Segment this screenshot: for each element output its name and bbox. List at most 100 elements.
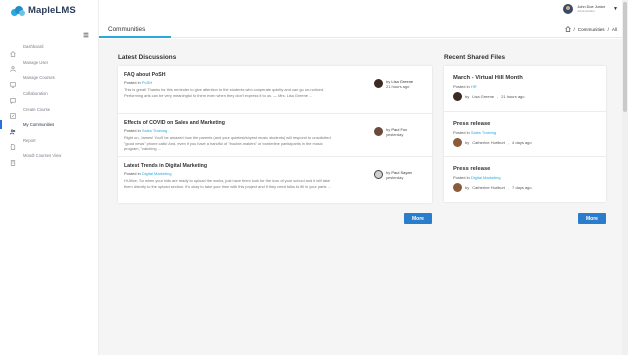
- monitor-icon: [10, 75, 16, 88]
- sidebar-nav: Dashboard Manage User Manage Courses Col…: [0, 39, 99, 166]
- discussions-more-button[interactable]: More: [404, 213, 432, 224]
- posted-prefix: Posted in: [124, 127, 141, 133]
- page-title: Communities: [108, 26, 146, 33]
- discussion-posted: Posted in PoSH: [124, 80, 152, 85]
- discussion-title[interactable]: Latest Trends in Digital Marketing: [124, 163, 207, 169]
- sidebar-item-manage-courses[interactable]: Manage Courses: [0, 70, 99, 88]
- author-name: Lisa Greene: [472, 94, 495, 99]
- discussion-item[interactable]: Latest Trends in Digital Marketing Poste…: [118, 157, 432, 203]
- posted-prefix: Posted in: [124, 79, 141, 85]
- logo-cloud-icon: [11, 5, 25, 16]
- discussion-excerpt: Right on, James! You'll be amazed how th…: [124, 135, 331, 151]
- chat-icon: [10, 91, 16, 104]
- posted-prefix: Posted in: [124, 170, 141, 176]
- posted-prefix: Posted in: [453, 175, 470, 180]
- menu-toggle-icon[interactable]: [83, 25, 89, 38]
- discussions-title: Latest Discussions: [118, 54, 177, 61]
- user-icon: [10, 59, 16, 73]
- author-name: Catherine Hurlburt: [472, 185, 505, 190]
- by-prefix: by: [465, 140, 470, 145]
- sidebar-item-create-course[interactable]: Create Course: [0, 101, 99, 119]
- sidebar-item-label: Report: [23, 137, 36, 143]
- sidebar-item-label: Collaboration: [23, 91, 48, 97]
- file-title[interactable]: Press release: [453, 166, 490, 172]
- breadcrumb-home-icon[interactable]: [564, 26, 571, 32]
- file-meta: by Lisa Greene, 21 hours ago: [453, 92, 525, 101]
- files-title: Recent Shared Files: [444, 54, 506, 61]
- post-time: 21 hours ago: [386, 84, 410, 89]
- user-menu[interactable]: John Doe Junior Administrator ▼: [563, 4, 618, 14]
- title-underline: [99, 36, 171, 38]
- page-header: Communities / Communities / All: [83, 18, 622, 38]
- file-category[interactable]: Digital Marketing: [471, 175, 501, 180]
- file-posted: Posted in Sales Training: [453, 130, 496, 135]
- file-title[interactable]: Press release: [453, 121, 490, 127]
- document-icon: [10, 137, 16, 151]
- by-prefix: by: [465, 94, 470, 99]
- post-time: 4 days ago: [512, 140, 532, 145]
- breadcrumb: / Communities / All: [564, 26, 617, 32]
- user-info: John Doe Junior Administrator: [577, 5, 605, 14]
- author-name: Catherine Hurlburt: [472, 140, 505, 145]
- separator: ,: [507, 185, 510, 190]
- sidebar-item-dashboard[interactable]: Dashboard: [0, 39, 99, 57]
- post-time: yesterday: [386, 132, 404, 137]
- file-category[interactable]: Sales Training: [471, 130, 496, 135]
- page-scrollbar[interactable]: [622, 0, 628, 355]
- scrollbar-thumb[interactable]: [623, 2, 627, 112]
- discussion-title[interactable]: Effects of COVID on Sales and Marketing: [124, 120, 225, 126]
- sidebar-item-manage-user[interactable]: Manage User: [0, 55, 99, 73]
- avatar: [563, 4, 574, 14]
- discussion-item[interactable]: FAQ about PoSH Posted in PoSH This is gr…: [118, 66, 432, 114]
- discussion-category[interactable]: Digital Marketing: [142, 171, 172, 176]
- breadcrumb-sep: /: [573, 26, 575, 32]
- file-title[interactable]: March - Virtual Hill Month: [453, 75, 523, 81]
- post-time: yesterday: [386, 175, 404, 180]
- discussion-category[interactable]: PoSH: [142, 80, 152, 85]
- breadcrumb-communities[interactable]: Communities: [578, 27, 605, 32]
- by-prefix: by: [465, 185, 470, 190]
- file-item[interactable]: March - Virtual Hill Month Posted in HR …: [444, 66, 606, 112]
- discussion-excerpt: Hi Alice, So when your kids are ready to…: [124, 178, 331, 189]
- app-logo[interactable]: MapleLMS: [11, 5, 76, 16]
- discussion-byline: by Lisa Greene 21 hours ago: [386, 79, 413, 89]
- discussion-item[interactable]: Effects of COVID on Sales and Marketing …: [118, 114, 432, 157]
- sidebar-item-label: Manage Courses: [23, 75, 55, 81]
- author-avatar: [453, 138, 462, 147]
- files-card: March - Virtual Hill Month Posted in HR …: [444, 66, 606, 202]
- sidebar-item-label: Dashboard: [23, 44, 44, 50]
- files-more-button[interactable]: More: [578, 213, 606, 224]
- sidebar-item-moodl-courses-view[interactable]: Moodl Courses View: [0, 148, 99, 166]
- file-item[interactable]: Press release Posted in Sales Training b…: [444, 112, 606, 157]
- discussion-title[interactable]: FAQ about PoSH: [124, 72, 166, 78]
- discussion-meta: by Lisa Greene 21 hours ago: [374, 79, 413, 89]
- discussion-excerpt: This is great! Thanks for this reminder …: [124, 87, 324, 98]
- file-category[interactable]: HR: [471, 84, 477, 89]
- sidebar-item-label: My Communities: [23, 122, 55, 128]
- sidebar-item-label: Manage User: [23, 59, 49, 65]
- posted-prefix: Posted in: [453, 130, 470, 135]
- app-name: MapleLMS: [28, 5, 76, 16]
- posted-prefix: Posted in: [453, 84, 470, 89]
- file-meta: by Catherine Hurlburt, 4 days ago: [453, 138, 532, 147]
- author-avatar: [453, 183, 462, 192]
- separator: ,: [497, 94, 499, 99]
- discussion-byline: by Paul Sayan yesterday: [386, 170, 412, 180]
- discussion-category[interactable]: Sales Training: [142, 128, 167, 133]
- discussion-meta: by Paul Fox yesterday: [374, 127, 407, 137]
- sidebar-item-report[interactable]: Report: [0, 133, 99, 151]
- sidebar: MapleLMS Dashboard Manage User Manage Co…: [0, 0, 99, 355]
- author-avatar: [374, 79, 383, 88]
- sidebar-item-my-communities[interactable]: My Communities: [0, 117, 99, 135]
- sidebar-item-collaboration[interactable]: Collaboration: [0, 86, 99, 104]
- breadcrumb-sep: /: [607, 26, 609, 32]
- file-item[interactable]: Press release Posted in Digital Marketin…: [444, 157, 606, 202]
- post-time: 21 hours ago: [501, 94, 525, 99]
- chevron-down-icon[interactable]: ▼: [613, 6, 618, 12]
- community-icon: [10, 122, 16, 135]
- edit-icon: [10, 106, 16, 119]
- file-posted: Posted in Digital Marketing: [453, 175, 501, 180]
- author-avatar: [374, 170, 383, 179]
- discussions-card: FAQ about PoSH Posted in PoSH This is gr…: [118, 66, 432, 203]
- user-role: Administrator: [577, 9, 596, 14]
